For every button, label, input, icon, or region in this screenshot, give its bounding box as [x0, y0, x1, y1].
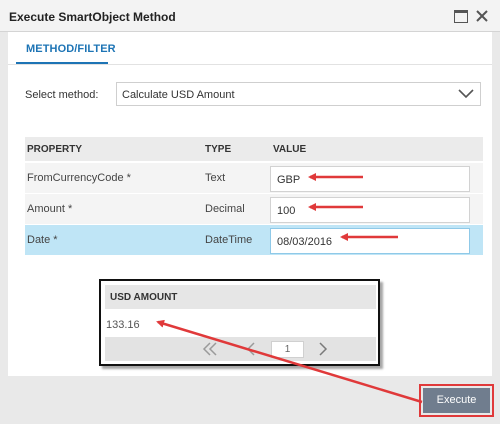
- method-selected-value: Calculate USD Amount: [122, 89, 235, 101]
- chevron-left-icon[interactable]: [246, 342, 256, 356]
- chevron-down-icon: [458, 89, 474, 99]
- value-input[interactable]: 100: [270, 197, 470, 223]
- type-cell: DateTime: [205, 234, 253, 246]
- result-column-header: USD AMOUNT: [110, 292, 178, 303]
- column-header-property: PROPERTY: [27, 144, 83, 155]
- value-text: 08/03/2016: [277, 236, 333, 248]
- type-cell: Decimal: [205, 203, 245, 215]
- chevron-right-icon[interactable]: [318, 342, 328, 356]
- column-header-value: VALUE: [273, 144, 307, 155]
- execute-smartobject-dialog: Execute SmartObject Method METHOD/FILTER…: [0, 0, 500, 424]
- property-cell: Amount *: [27, 203, 73, 215]
- result-panel: USD AMOUNT 133.16 1: [99, 279, 380, 366]
- execute-highlight-frame: Execute: [419, 384, 494, 417]
- value-text: 100: [277, 205, 296, 217]
- tab-method-filter[interactable]: METHOD/FILTER: [26, 43, 116, 55]
- title-bar: Execute SmartObject Method: [0, 0, 500, 32]
- result-header: USD AMOUNT: [105, 285, 376, 309]
- property-cell: FromCurrencyCode *: [27, 172, 131, 184]
- value-input[interactable]: 08/03/2016: [270, 228, 470, 254]
- column-header-type: TYPE: [205, 144, 232, 155]
- table-header: PROPERTY TYPE VALUE: [25, 137, 483, 161]
- select-method-label: Select method:: [25, 89, 99, 101]
- tab-divider: [8, 64, 492, 65]
- value-text: GBP: [277, 174, 301, 186]
- result-value: 133.16: [106, 319, 140, 331]
- type-cell: Text: [205, 172, 226, 184]
- table-row[interactable]: Amount * Decimal 100: [25, 194, 483, 224]
- property-cell: Date *: [27, 234, 58, 246]
- table-row-selected[interactable]: Date * DateTime 08/03/2016: [25, 225, 483, 255]
- pager: 1: [105, 337, 376, 361]
- execute-button[interactable]: Execute: [423, 388, 490, 413]
- table-row[interactable]: FromCurrencyCode * Text GBP: [25, 163, 483, 193]
- method-dropdown[interactable]: Calculate USD Amount: [116, 82, 481, 106]
- maximize-icon[interactable]: [454, 10, 468, 23]
- window-title: Execute SmartObject Method: [9, 10, 176, 24]
- double-chevron-left-icon[interactable]: [202, 342, 218, 356]
- close-icon[interactable]: [474, 8, 490, 24]
- value-input[interactable]: GBP: [270, 166, 470, 192]
- page-number-input[interactable]: 1: [271, 341, 304, 358]
